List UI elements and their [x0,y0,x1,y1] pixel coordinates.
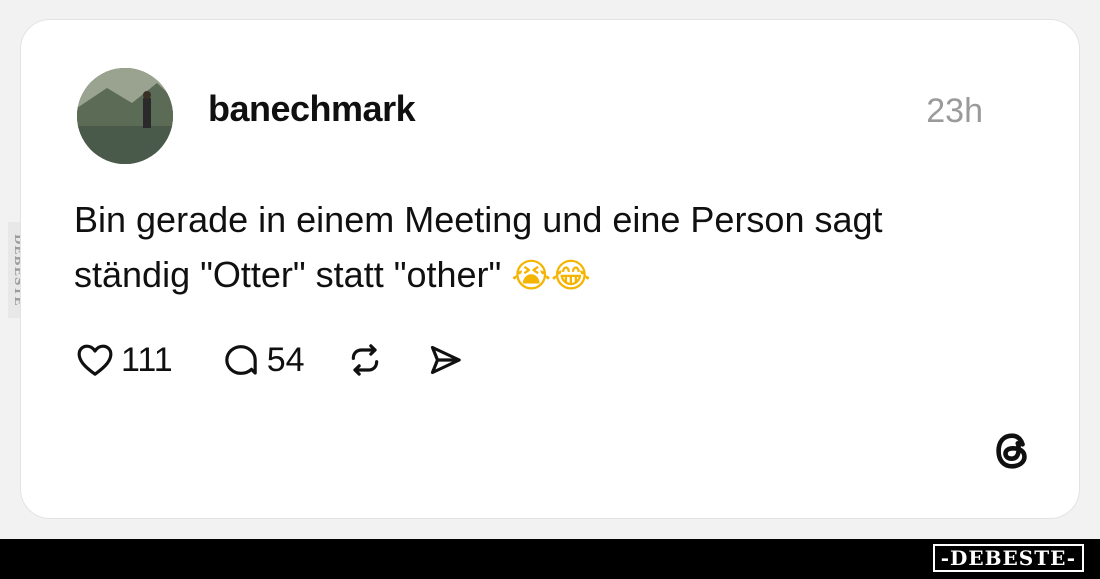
post-text-line-2-words: ständig "Otter" statt "other" [74,254,502,295]
repost-icon [345,340,385,380]
like-count: 111 [121,340,173,379]
bottom-bar: -DEBESTE- [0,539,1100,579]
like-button[interactable]: 111 [75,340,173,380]
threads-logo-icon[interactable] [989,428,1035,479]
bottom-watermark: -DEBESTE- [932,544,1084,572]
post-text: Bin gerade in einem Meeting und eine Per… [74,192,1034,304]
share-icon [425,340,465,380]
action-bar: 111 54 [75,338,465,382]
post-timestamp: 23h [926,92,983,130]
username[interactable]: banechmark [208,88,416,130]
repost-button[interactable] [345,340,385,380]
share-button[interactable] [425,340,465,380]
comment-count: 54 [266,340,305,379]
comment-button[interactable]: 54 [221,340,305,380]
post-card: banechmark 23h Bin gerade in einem Meeti… [20,19,1080,519]
heart-icon [75,340,115,380]
post-text-line-2: ständig "Otter" statt "other" 😭😂 [74,247,1034,304]
emoji-group: 😭😂 [511,256,591,296]
post-text-line-1: Bin gerade in einem Meeting und eine Per… [74,199,883,240]
comment-icon [221,340,261,380]
avatar[interactable] [77,68,173,164]
